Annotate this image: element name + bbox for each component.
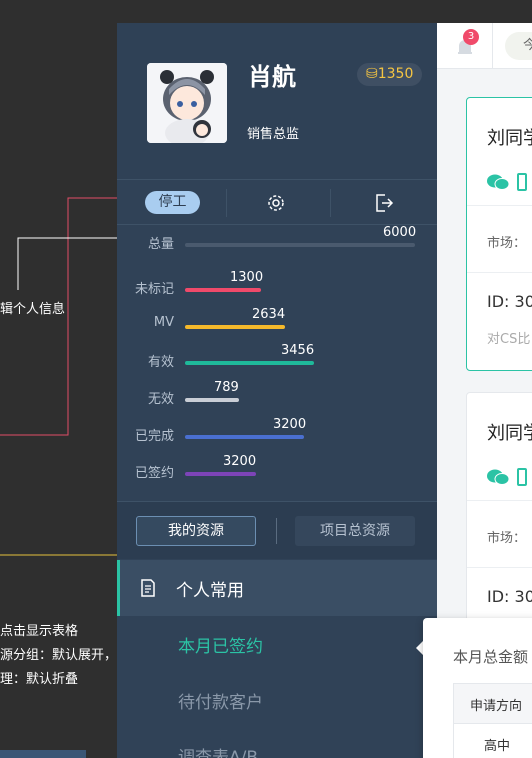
customer-id: ID: 30	[487, 292, 532, 311]
stat-row-unmarked: 未标记 1300	[117, 270, 437, 298]
sidebar: 肖航 销售总监 ⛁1350 停工 总量 6000 未标记 1300 MV 263…	[117, 23, 437, 758]
resource-tabs: 我的资源 项目总资源	[117, 501, 437, 559]
market-label: 市场：	[487, 531, 527, 546]
table-header: 申请方向	[454, 684, 532, 724]
divider	[226, 189, 227, 217]
customer-name: 刘同学	[487, 128, 532, 149]
stat-row-valid: 有效 3456	[117, 343, 437, 371]
divider	[276, 518, 277, 544]
stat-value: 3456	[281, 343, 315, 358]
tab-project-resources[interactable]: 项目总资源	[295, 516, 415, 546]
stat-label: 有效	[147, 355, 174, 370]
customer-id: ID: 30	[487, 587, 532, 606]
today-label: 今	[523, 38, 532, 53]
stat-row-completed: 已完成 3200	[117, 417, 437, 445]
popup-title: 本月总金额	[453, 648, 529, 666]
divider	[467, 272, 532, 273]
coin-count: 1350	[377, 66, 414, 82]
stat-track	[185, 243, 415, 247]
top-bar: 3 今	[437, 23, 532, 69]
stat-value: 1300	[230, 270, 264, 285]
stat-value: 6000	[383, 225, 417, 240]
profile-card: 肖航 销售总监 ⛁1350	[117, 23, 437, 180]
stat-label: 已完成	[134, 429, 174, 444]
menu-section-header[interactable]: 个人常用	[117, 560, 437, 616]
stat-row-invalid: 无效 789	[117, 380, 437, 408]
stat-label: MV	[153, 315, 174, 330]
stat-row-signed: 已签约 3200	[117, 454, 437, 482]
phone-icon[interactable]	[517, 468, 527, 486]
stat-bar	[185, 472, 256, 476]
customer-desc: 对CS比	[487, 332, 531, 347]
divider	[467, 567, 532, 568]
stat-value: 2634	[252, 307, 286, 322]
gear-icon[interactable]	[265, 192, 287, 214]
menu-item-pending-payment[interactable]: 待付款客户	[178, 688, 263, 713]
stat-row-total: 总量 6000	[117, 225, 437, 253]
customer-name: 刘同学	[487, 423, 532, 444]
logout-icon[interactable]	[373, 192, 395, 214]
avatar[interactable]	[147, 63, 227, 143]
menu-item-survey[interactable]: 调查表A/B	[178, 743, 258, 758]
table-cell: 高中	[484, 739, 511, 754]
wechat-icon[interactable]	[487, 174, 510, 190]
stop-work-button[interactable]: 停工	[145, 191, 200, 214]
menu-item-signed-this-month[interactable]: 本月已签约	[178, 632, 263, 657]
stat-value: 3200	[273, 417, 307, 432]
amount-popup: 本月总金额 申请方向 高中	[423, 618, 532, 758]
stat-value: 789	[214, 380, 239, 395]
stat-label: 总量	[147, 237, 174, 252]
coin-badge: ⛁1350	[357, 63, 423, 86]
stat-bar	[185, 398, 239, 402]
stat-bar	[185, 361, 314, 365]
divider	[467, 205, 532, 206]
menu-section-title: 个人常用	[176, 581, 244, 601]
stat-value: 3200	[223, 454, 257, 469]
stat-label: 未标记	[134, 282, 174, 297]
stat-label: 已签约	[134, 466, 174, 481]
stat-row-mv: MV 2634	[117, 307, 437, 335]
customer-card[interactable]: 刘同学 市场： ID: 30 对CS比	[466, 97, 532, 371]
user-name: 肖航	[248, 63, 296, 91]
stats-panel: 总量 6000 未标记 1300 MV 2634 有效 3456 无效 789 …	[117, 225, 437, 495]
stat-bar	[185, 288, 261, 292]
divider	[492, 23, 493, 69]
phone-icon[interactable]	[517, 173, 527, 191]
stat-bar	[185, 435, 304, 439]
notification-badge: 3	[463, 29, 479, 45]
wechat-icon[interactable]	[487, 469, 510, 485]
user-role: 销售总监	[247, 127, 300, 142]
coin-icon: ⛁	[366, 66, 378, 82]
document-icon	[141, 579, 155, 597]
today-button[interactable]: 今	[505, 32, 532, 60]
profile-actions: 停工	[117, 181, 437, 225]
tab-my-resources[interactable]: 我的资源	[136, 516, 256, 546]
stat-label: 无效	[147, 392, 174, 407]
popup-table: 申请方向 高中	[453, 683, 532, 758]
divider	[330, 189, 331, 217]
market-label: 市场：	[487, 236, 527, 251]
stat-bar	[185, 325, 285, 329]
divider	[467, 500, 532, 501]
column-header: 申请方向	[470, 699, 523, 714]
